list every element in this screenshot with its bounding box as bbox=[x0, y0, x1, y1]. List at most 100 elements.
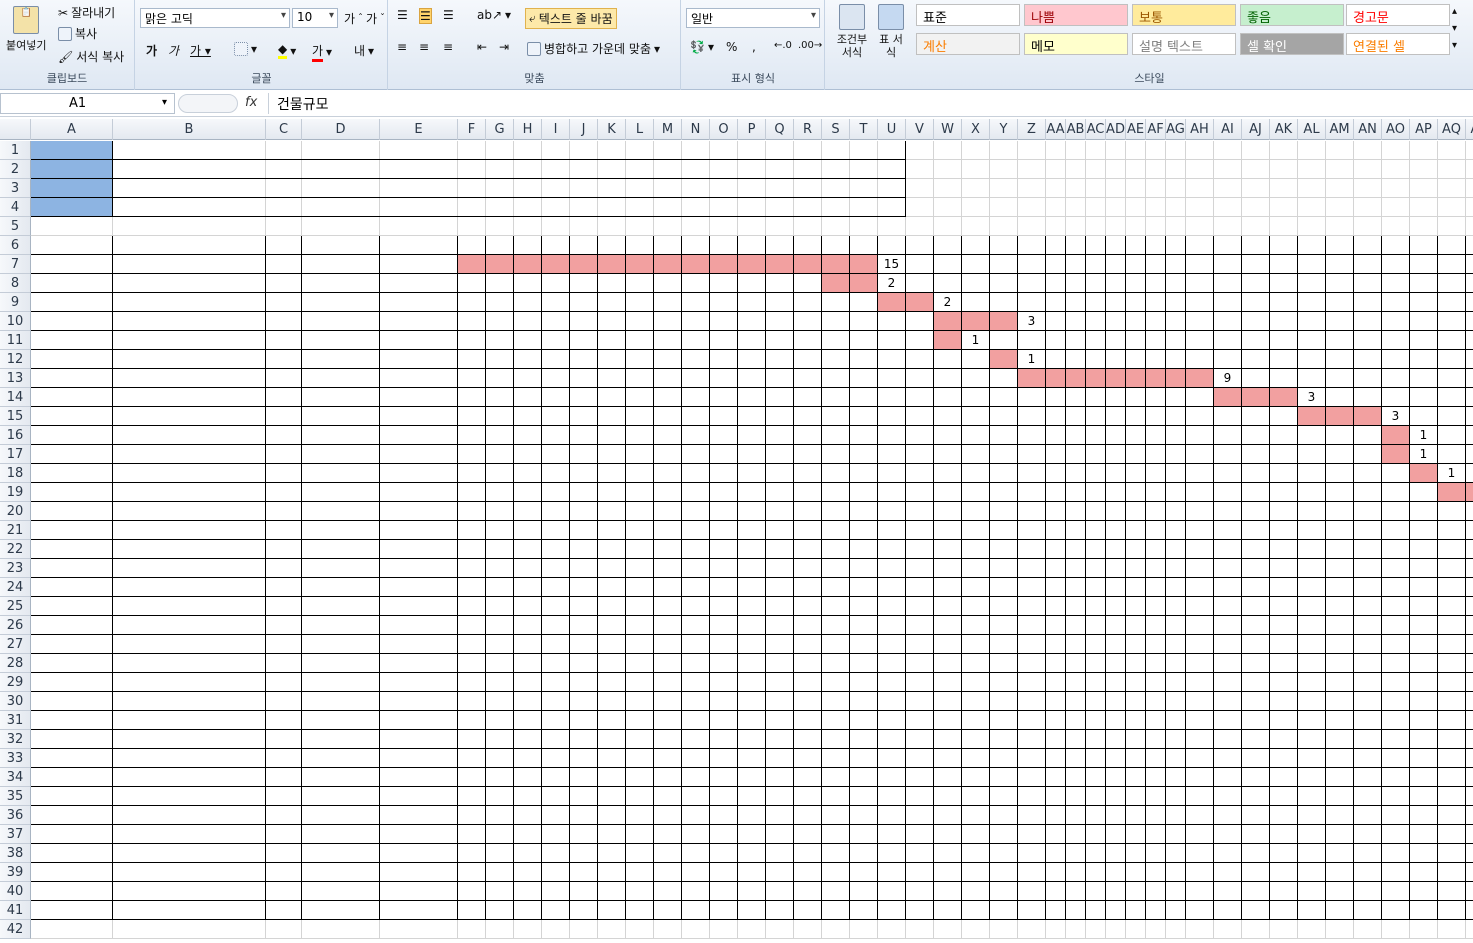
gantt-cell[interactable] bbox=[1326, 806, 1354, 825]
gantt-cell[interactable] bbox=[1018, 407, 1046, 426]
gantt-cell[interactable] bbox=[878, 901, 906, 920]
gantt-cell[interactable] bbox=[1242, 692, 1270, 711]
grid-cell[interactable] bbox=[1146, 179, 1166, 198]
gantt-cell[interactable] bbox=[1214, 597, 1242, 616]
task-code[interactable] bbox=[31, 559, 113, 578]
gantt-cell[interactable] bbox=[990, 825, 1018, 844]
gantt-cell[interactable] bbox=[1270, 407, 1298, 426]
gantt-cell[interactable] bbox=[1106, 768, 1126, 787]
gantt-cell[interactable] bbox=[1466, 312, 1473, 331]
gantt-cell[interactable] bbox=[934, 749, 962, 768]
grid-cell[interactable] bbox=[570, 920, 598, 939]
gantt-cell[interactable] bbox=[486, 312, 514, 331]
gantt-cell[interactable] bbox=[1126, 388, 1146, 407]
gantt-cell[interactable] bbox=[542, 445, 570, 464]
gantt-cell[interactable] bbox=[1066, 445, 1086, 464]
gantt-cell[interactable] bbox=[1186, 635, 1214, 654]
gantt-cell[interactable] bbox=[1270, 768, 1298, 787]
gantt-cell[interactable] bbox=[1166, 540, 1186, 559]
gantt-cell[interactable] bbox=[1126, 768, 1146, 787]
gantt-cell[interactable] bbox=[710, 578, 738, 597]
gantt-cell[interactable] bbox=[1066, 578, 1086, 597]
grid-cell[interactable] bbox=[1146, 160, 1166, 179]
gantt-cell[interactable] bbox=[514, 673, 542, 692]
gantt-bar-cell[interactable] bbox=[1438, 483, 1466, 502]
gantt-cell[interactable] bbox=[766, 844, 794, 863]
gantt-cell[interactable] bbox=[906, 787, 934, 806]
gantt-cell[interactable] bbox=[1242, 882, 1270, 901]
gantt-cell[interactable] bbox=[850, 407, 878, 426]
gantt-cell[interactable] bbox=[878, 540, 906, 559]
grid-cell[interactable] bbox=[1086, 179, 1106, 198]
gantt-cell[interactable] bbox=[878, 711, 906, 730]
gantt-cell[interactable] bbox=[486, 578, 514, 597]
gantt-cell[interactable] bbox=[962, 901, 990, 920]
gantt-cell[interactable] bbox=[850, 711, 878, 730]
gantt-cell[interactable] bbox=[1242, 521, 1270, 540]
gantt-cell[interactable] bbox=[1126, 255, 1146, 274]
gantt-cell[interactable] bbox=[1146, 825, 1166, 844]
gantt-cell[interactable] bbox=[514, 806, 542, 825]
gantt-cell[interactable] bbox=[990, 407, 1018, 426]
gantt-cell[interactable] bbox=[542, 369, 570, 388]
gantt-cell[interactable] bbox=[1410, 407, 1438, 426]
gantt-cell[interactable] bbox=[1106, 787, 1126, 806]
gantt-cell[interactable] bbox=[626, 274, 654, 293]
gantt-cell[interactable] bbox=[626, 616, 654, 635]
grid-cell[interactable] bbox=[1410, 141, 1438, 160]
gantt-cell[interactable] bbox=[1018, 635, 1046, 654]
gantt-bar-cell[interactable] bbox=[962, 312, 990, 331]
column-header-I[interactable]: I bbox=[542, 119, 570, 140]
gantt-cell[interactable] bbox=[1066, 616, 1086, 635]
gantt-cell[interactable] bbox=[1086, 597, 1106, 616]
column-header-AB[interactable]: AB bbox=[1066, 119, 1086, 140]
gantt-cell[interactable] bbox=[514, 445, 542, 464]
gantt-cell[interactable] bbox=[738, 407, 766, 426]
gantt-cell[interactable] bbox=[1046, 540, 1066, 559]
gantt-cell[interactable] bbox=[654, 806, 682, 825]
gantt-cell[interactable] bbox=[570, 673, 598, 692]
currency-button[interactable]: 💱 ▾ bbox=[690, 40, 714, 54]
grid-cell[interactable] bbox=[1086, 198, 1106, 217]
task-start[interactable] bbox=[302, 825, 380, 844]
gantt-cell[interactable] bbox=[1354, 882, 1382, 901]
gantt-cell[interactable] bbox=[850, 863, 878, 882]
gantt-cell[interactable] bbox=[990, 502, 1018, 521]
gantt-cell[interactable] bbox=[1466, 293, 1473, 312]
column-header-AL[interactable]: AL bbox=[1298, 119, 1326, 140]
column-header-G[interactable]: G bbox=[486, 119, 514, 140]
gantt-cell[interactable] bbox=[1326, 369, 1354, 388]
gantt-cell[interactable] bbox=[1354, 274, 1382, 293]
decrease-decimal-button[interactable]: .00→ bbox=[798, 40, 822, 51]
gantt-cell[interactable] bbox=[598, 730, 626, 749]
gantt-cell[interactable] bbox=[598, 749, 626, 768]
gantt-cell[interactable] bbox=[1242, 673, 1270, 692]
gantt-cell[interactable] bbox=[822, 673, 850, 692]
gantt-cell[interactable] bbox=[514, 692, 542, 711]
gantt-cell[interactable] bbox=[1086, 711, 1106, 730]
gantt-cell[interactable] bbox=[1066, 844, 1086, 863]
gantt-cell[interactable] bbox=[1410, 369, 1438, 388]
gantt-cell[interactable] bbox=[906, 730, 934, 749]
gantt-cell[interactable] bbox=[710, 559, 738, 578]
gantt-cell[interactable] bbox=[906, 426, 934, 445]
gantt-cell[interactable] bbox=[1438, 597, 1466, 616]
column-header-K[interactable]: K bbox=[598, 119, 626, 140]
gantt-cell[interactable] bbox=[626, 521, 654, 540]
grid-cell[interactable] bbox=[1126, 217, 1146, 236]
gantt-cell[interactable] bbox=[1354, 863, 1382, 882]
gantt-cell[interactable] bbox=[1086, 825, 1106, 844]
gantt-cell[interactable] bbox=[962, 825, 990, 844]
gantt-cell[interactable] bbox=[1410, 635, 1438, 654]
gantt-cell[interactable] bbox=[962, 616, 990, 635]
gantt-cell[interactable] bbox=[906, 540, 934, 559]
gantt-cell[interactable] bbox=[850, 768, 878, 787]
gantt-cell[interactable] bbox=[934, 559, 962, 578]
gantt-cell[interactable] bbox=[1106, 844, 1126, 863]
gantt-cell[interactable] bbox=[794, 464, 822, 483]
gantt-cell[interactable] bbox=[850, 844, 878, 863]
gantt-cell[interactable] bbox=[1066, 559, 1086, 578]
gantt-cell[interactable] bbox=[570, 521, 598, 540]
gantt-cell[interactable] bbox=[1106, 730, 1126, 749]
gantt-cell[interactable] bbox=[1326, 312, 1354, 331]
